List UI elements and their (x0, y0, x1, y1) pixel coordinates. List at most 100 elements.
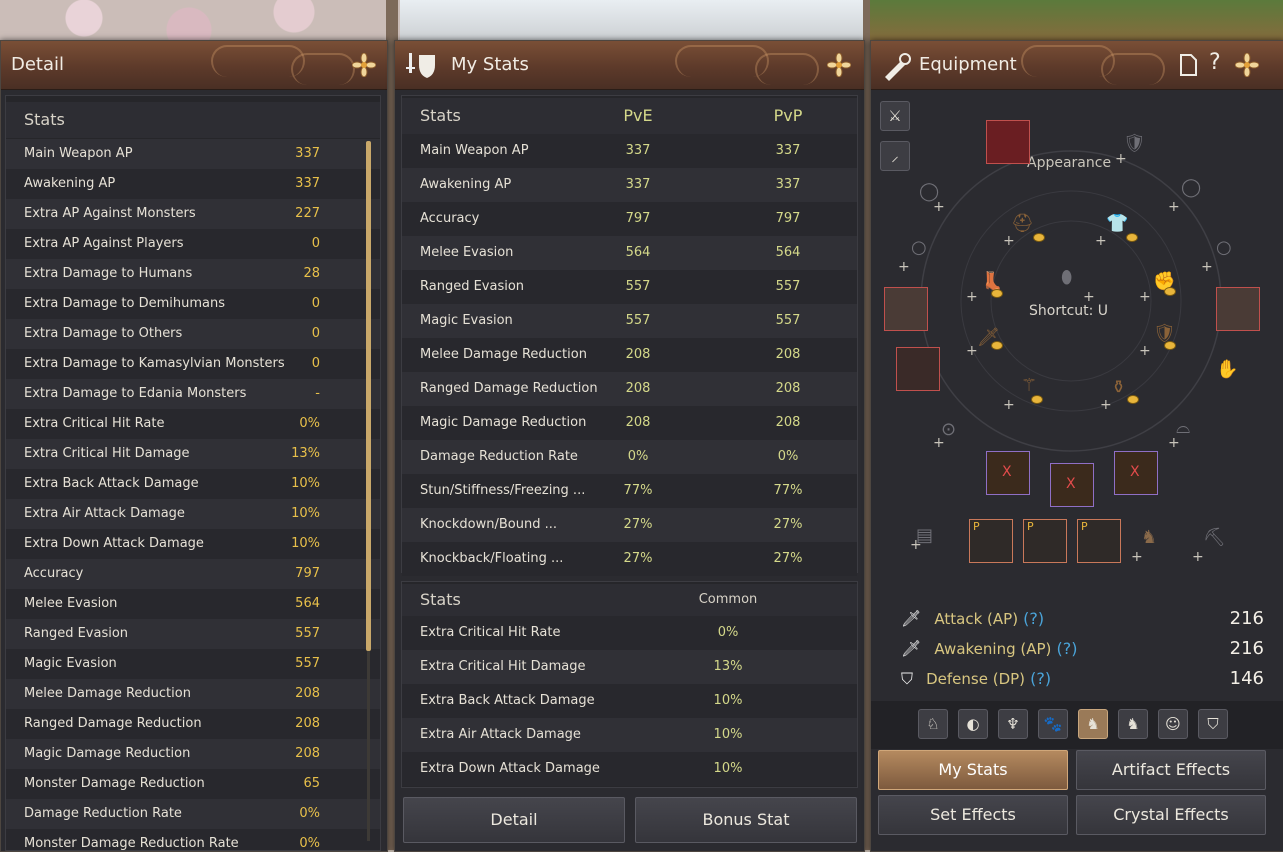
plus-icon: + (898, 259, 910, 275)
horse-armor-icon[interactable]: ♞ (1118, 709, 1148, 739)
plus-icon: + (1192, 549, 1204, 565)
pve-value: 27% (623, 517, 653, 532)
pve-value: 208 (625, 347, 651, 362)
mystats-button[interactable]: My Stats (878, 750, 1068, 790)
stat-label: Extra Down Attack Damage (420, 761, 600, 776)
cloak-icon[interactable]: ♞ (1141, 527, 1157, 548)
bonus-stat-button[interactable]: Bonus Stat (635, 797, 857, 843)
stat-value: 10% (291, 476, 320, 491)
pve-value: 337 (625, 177, 651, 192)
stat-value: 0% (299, 836, 320, 850)
common-table-header: Stats Common (402, 584, 857, 616)
flower-icon[interactable] (352, 53, 376, 77)
pvp-value: 208 (775, 347, 801, 362)
stat-label: Awakening AP (24, 176, 116, 191)
stat-label: Monster Damage Reduction (24, 776, 205, 791)
stat-label: Ranged Evasion (420, 279, 525, 294)
equipment-slot-potion[interactable] (896, 347, 940, 391)
background-sky (400, 0, 880, 45)
necklace-icon[interactable]: ○ (911, 237, 927, 258)
plus-icon: + (1003, 233, 1015, 249)
stat-value: 337 (295, 146, 320, 161)
detail-button[interactable]: Detail (403, 797, 625, 843)
equipment-slot-right-ring[interactable] (1216, 287, 1260, 331)
table-row: Stun/Stiffness/Freezing ... 77% 77% (402, 474, 857, 508)
plus-icon: + (966, 343, 978, 359)
document-icon[interactable] (1179, 54, 1197, 76)
stat-label: Extra Back Attack Damage (420, 693, 595, 708)
flower-icon[interactable] (827, 53, 851, 77)
header-pvp: PvP (773, 106, 803, 125)
stat-value: 0% (299, 806, 320, 821)
shield-icon: ⛉ (901, 669, 914, 688)
table-row: Melee Evasion 564 (6, 589, 380, 619)
shortcut-label: Shortcut: U (1029, 303, 1109, 319)
stat-label: Accuracy (420, 211, 480, 226)
stat-label: Extra Critical Hit Damage (24, 446, 190, 461)
table-row: Damage Reduction Rate 0% 0% (402, 440, 857, 474)
mount-icon[interactable]: ♘ (918, 709, 948, 739)
table-row: Monster Damage Reduction 65 (6, 769, 380, 799)
coin-icon (1033, 233, 1045, 242)
coin-icon (1031, 395, 1043, 404)
person-icon[interactable]: ☺ (1158, 709, 1188, 739)
defense-help[interactable]: (?) (1030, 669, 1051, 688)
costume-staff-icon[interactable]: ⚚ (1021, 375, 1037, 396)
necklace-icon[interactable]: ○ (1216, 237, 1232, 258)
stat-label: Magic Damage Reduction (24, 746, 191, 761)
costume-helmet-icon[interactable]: ⛑ (1011, 213, 1034, 234)
tool-mode-icon[interactable]: ⸝ (880, 141, 910, 171)
table-row: Extra Damage to Others 0 (6, 319, 380, 349)
stat-value: 208 (295, 746, 320, 761)
glove-icon[interactable]: ✋ (1216, 359, 1238, 380)
detail-header: Detail (1, 41, 387, 90)
plus-icon: + (1168, 199, 1180, 215)
equipment-slot-p-3[interactable]: P (1077, 519, 1121, 563)
scrollbar-thumb[interactable] (366, 141, 371, 651)
equipment-icon (885, 53, 911, 81)
equipment-slot-weapon-2[interactable]: X (1050, 463, 1094, 507)
pvp-value: 208 (775, 415, 801, 430)
horse-icon[interactable]: ♞ (1078, 709, 1108, 739)
equipment-slot-weapon-1[interactable]: X (986, 451, 1030, 495)
mask-icon[interactable]: ◐ (958, 709, 988, 739)
pickaxe-icon[interactable]: ⛏ (1203, 527, 1226, 548)
set-effects-button[interactable]: Set Effects (878, 795, 1068, 835)
flower-icon[interactable] (1235, 53, 1259, 77)
artifact-effects-button[interactable]: Artifact Effects (1076, 750, 1266, 790)
attack-help[interactable]: (?) (1023, 609, 1044, 628)
stat-value: 557 (295, 626, 320, 641)
costume-armor-icon[interactable]: 👕 (1106, 213, 1128, 234)
help-icon[interactable]: ? (1209, 50, 1221, 75)
attack-stat: 🗡 Attack (AP) (?) 216 (901, 605, 1264, 633)
stat-label: Melee Evasion (24, 596, 118, 611)
pve-value: 77% (623, 483, 653, 498)
detail-list[interactable]: Main Weapon AP 337 Awakening AP 337 Extra AP… (6, 139, 380, 850)
common-header-stats: Stats (420, 590, 461, 609)
table-row: Accuracy 797 (6, 559, 380, 589)
pvp-value: 557 (775, 313, 801, 328)
stat-value: 28 (303, 266, 320, 281)
stat-label: Ranged Damage Reduction (24, 716, 202, 731)
demon-icon[interactable]: ♆ (998, 709, 1028, 739)
equipment-slot-left-ring[interactable] (884, 287, 928, 331)
table-row: Magic Damage Reduction 208 208 (402, 406, 857, 440)
awakening-help[interactable]: (?) (1056, 639, 1077, 658)
pve-value: 557 (625, 313, 651, 328)
plus-icon: + (933, 199, 945, 215)
pve-value: 208 (625, 415, 651, 430)
equipment-slot-weapon-3[interactable]: X (1114, 451, 1158, 495)
paw-icon[interactable]: 🐾 (1038, 709, 1068, 739)
earring-icon[interactable]: ◯ (1181, 177, 1201, 198)
armor-icon[interactable]: ⬮ (1061, 267, 1072, 288)
table-row: Ranged Evasion 557 557 (402, 270, 857, 304)
equipment-slot-p-2[interactable]: P (1023, 519, 1067, 563)
stat-label: Damage Reduction Rate (420, 449, 578, 464)
crystal-effects-button[interactable]: Crystal Effects (1076, 795, 1266, 835)
pvp-value: 0% (777, 449, 799, 464)
equipment-slot-p-1[interactable]: P (969, 519, 1013, 563)
equipment-slot-appearance[interactable] (986, 120, 1030, 164)
weapons-mode-icon[interactable]: ⚔ (880, 101, 910, 131)
costume-underwear-icon[interactable]: ⚱ (1111, 377, 1126, 398)
shield-icon[interactable]: ⛉ (1198, 709, 1228, 739)
